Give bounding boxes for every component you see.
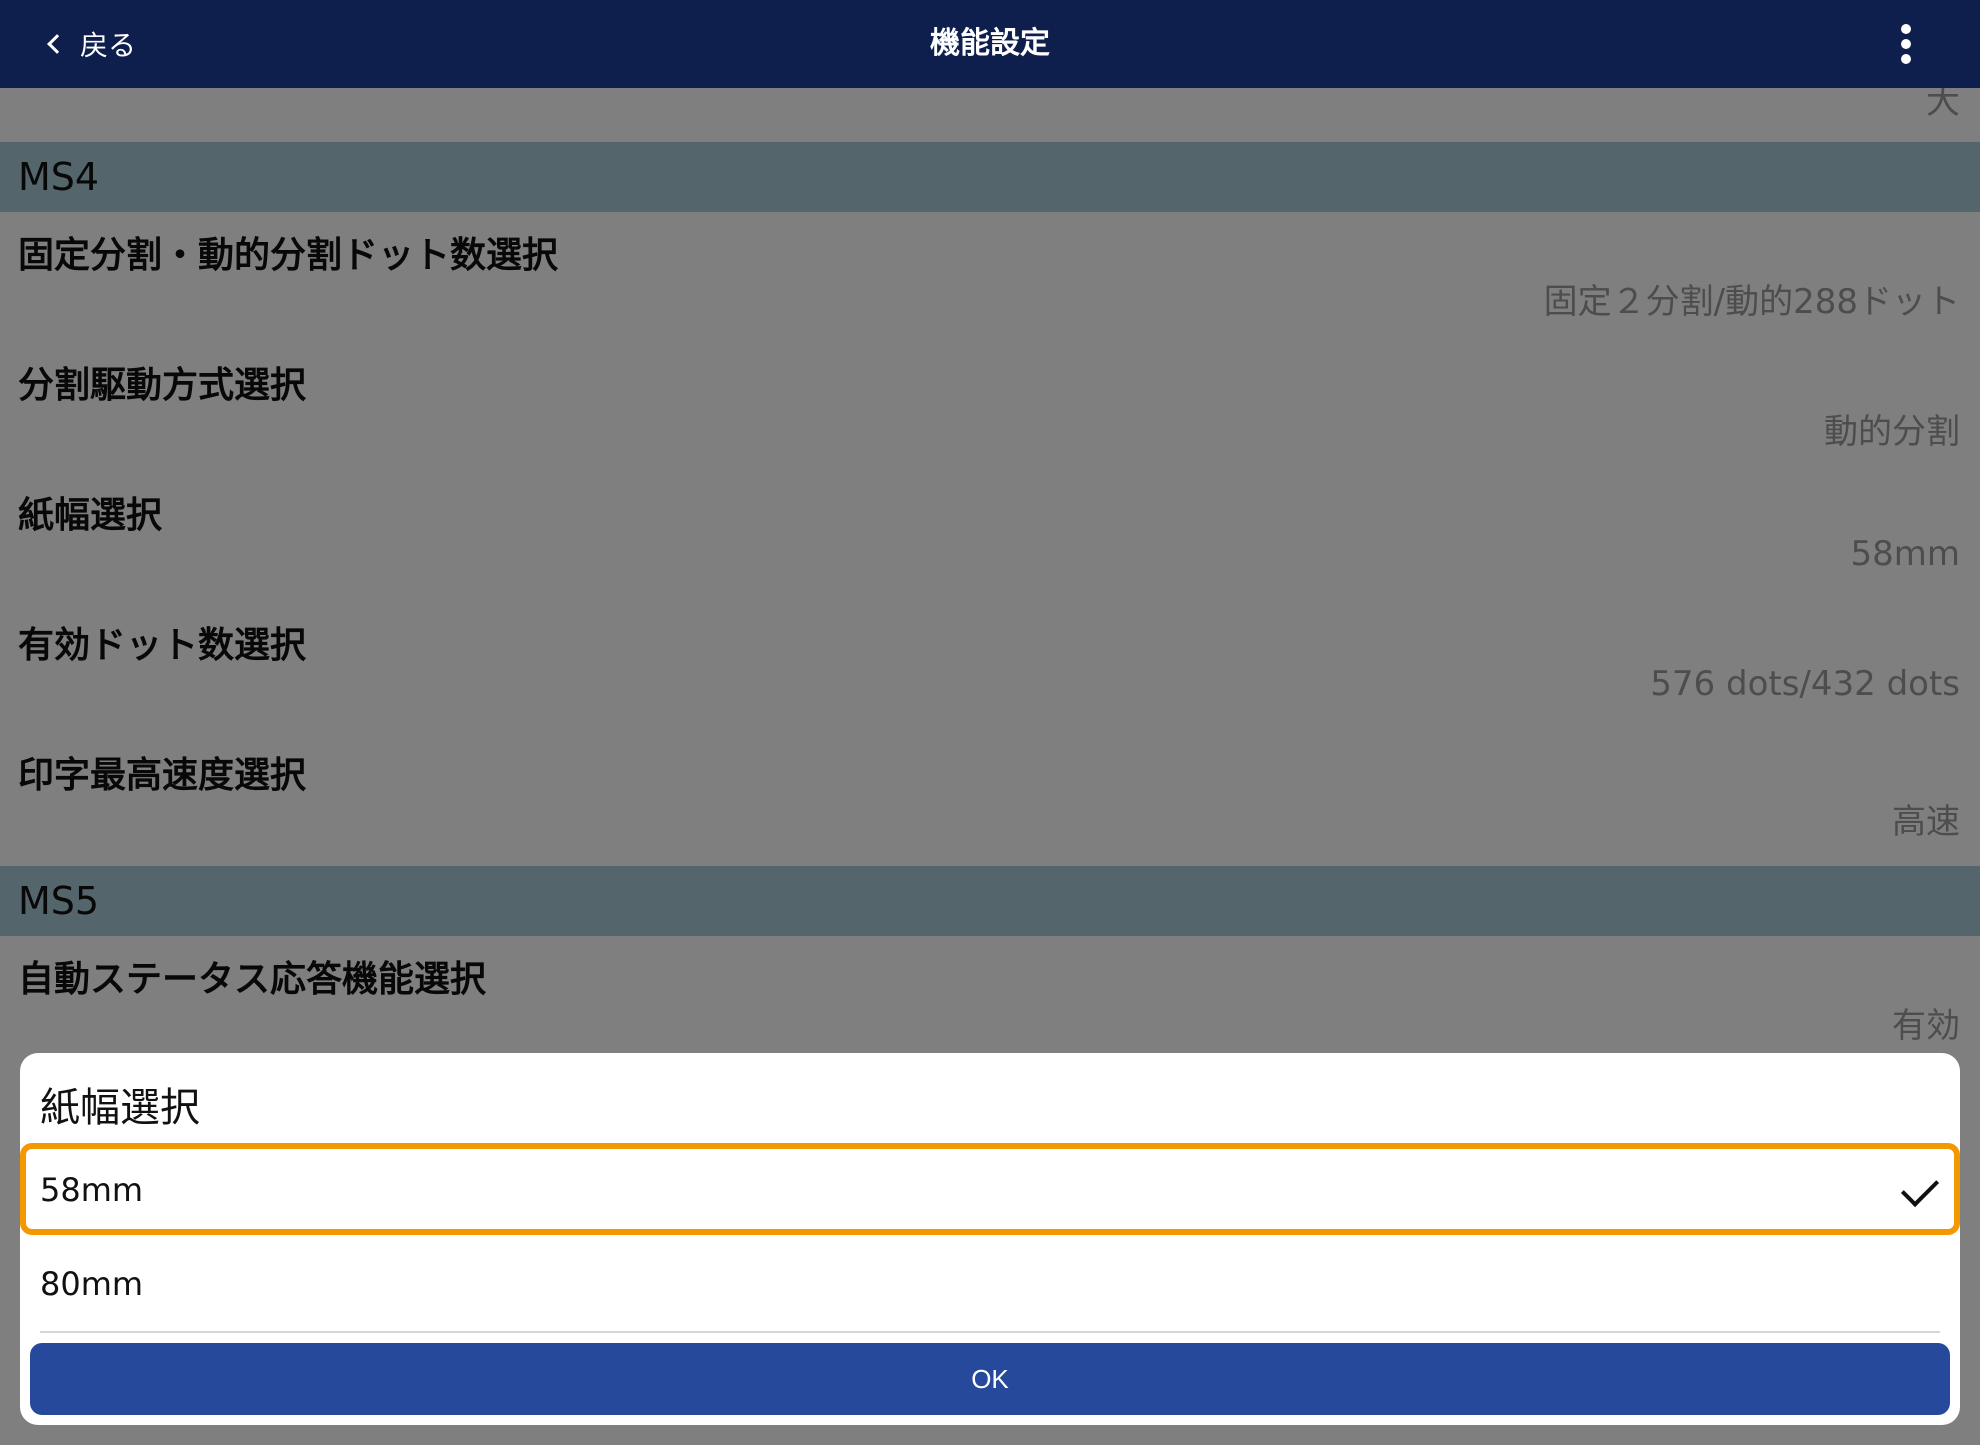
checkmark-icon (1900, 1168, 1940, 1208)
option-80mm[interactable]: 80mm (20, 1237, 1960, 1329)
option-label: 58mm (40, 1171, 144, 1209)
option-label: 80mm (40, 1265, 144, 1303)
page-title: 機能設定 (930, 26, 1050, 61)
option-58mm[interactable]: 58mm (20, 1143, 1960, 1235)
divider (40, 1331, 1940, 1333)
more-vertical-icon[interactable] (1894, 20, 1918, 68)
dialog-title: 紙幅選択 (40, 1085, 200, 1131)
ok-button[interactable]: OK (30, 1343, 1950, 1415)
top-navigation-bar: 戻る 機能設定 (0, 0, 1980, 88)
paper-width-dialog: 紙幅選択 58mm 80mm OK (20, 1053, 1960, 1425)
